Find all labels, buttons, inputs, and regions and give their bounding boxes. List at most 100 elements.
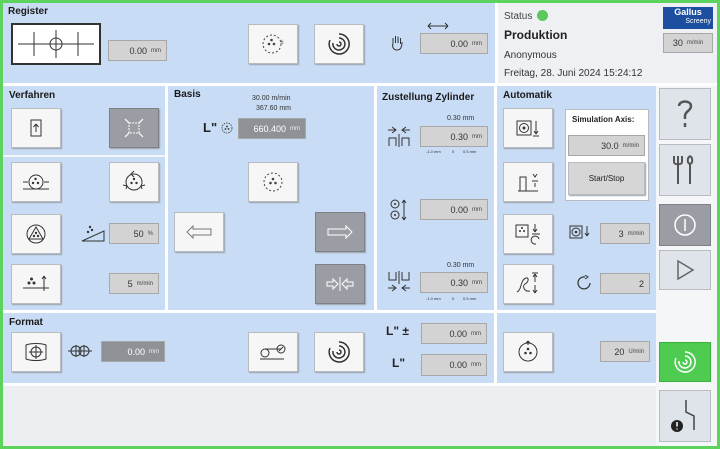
zustellung-mid-field[interactable]: 0.00 mm (420, 199, 488, 220)
roll-icon (23, 174, 49, 190)
zustellung-bot-unit: mm (472, 279, 482, 286)
basis-title: Basis (174, 89, 201, 100)
basis-right-button[interactable] (315, 212, 365, 252)
automatik-pen-button[interactable] (503, 264, 553, 304)
triangle-roll-icon (26, 224, 46, 244)
basis-length-icon (221, 122, 233, 134)
register-target-button[interactable] (11, 23, 101, 65)
automatik-roll-down-button[interactable] (503, 108, 553, 148)
format-l-label: L" (392, 356, 406, 370)
counter-icon (577, 275, 591, 290)
basis-left-button[interactable] (174, 212, 224, 252)
center-arrows-icon (326, 277, 354, 291)
play-button[interactable] (659, 250, 711, 290)
zustellung-top-field[interactable]: 0.30 mm (420, 126, 488, 147)
verfahren-roll-button[interactable] (11, 162, 61, 202)
register-adjust-button[interactable]: ± (248, 24, 298, 64)
basis-center-button[interactable] (315, 264, 365, 304)
register-swirl-button[interactable] (314, 24, 364, 64)
verfahren-cycle-button[interactable] (109, 162, 159, 202)
register-value-unit: mm (472, 40, 482, 47)
automatik-count-field[interactable]: 2 (600, 273, 650, 294)
zustellung-bot-scale-min: -1.0 mm (426, 296, 441, 301)
zustellung-mid-value: 0.00 (450, 204, 468, 215)
simulation-title: Simulation Axis: (572, 115, 635, 124)
format-l-plus-label: L" ± (386, 324, 409, 338)
play-icon (677, 259, 695, 281)
help-icon (677, 100, 693, 127)
adjust-icon: ± (262, 34, 284, 54)
zustellung-bot-field[interactable]: 0.30 mm (420, 272, 488, 293)
hand-icon (392, 36, 403, 51)
info-icon (674, 214, 696, 236)
automatik-rpm-field[interactable]: 20 U/min (600, 341, 650, 362)
help-button[interactable] (659, 88, 711, 140)
automatik-title: Automatik (503, 90, 552, 101)
format-l-plus-field[interactable]: 0.00 mm (421, 323, 487, 344)
automatik-stack-button[interactable] (503, 162, 553, 202)
register-offset-field[interactable]: 0.00 mm (108, 40, 167, 61)
ramp-field[interactable]: 50 % (109, 223, 159, 244)
status-datetime: Freitag, 28. Juni 2024 15:24:12 (504, 68, 643, 79)
format-offset-field[interactable]: 0.00 mm (101, 341, 165, 362)
zustellung-bot-scale-max: 0.5 mm (463, 296, 477, 301)
zustellung-mid-unit: mm (472, 206, 482, 213)
drum-icon (518, 340, 538, 362)
verfahren-expand-button[interactable] (109, 108, 159, 148)
format-l-plus-unit: mm (471, 330, 481, 337)
automatik-count-value: 2 (638, 278, 644, 289)
format-l-plus-value: 0.00 (449, 328, 467, 339)
fault-icon (671, 400, 695, 432)
status-mode: Produktion (504, 28, 568, 42)
active-swirl-button[interactable] (659, 342, 711, 382)
logo-line-2: Screeny (685, 18, 711, 25)
format-offset-unit: mm (149, 348, 159, 355)
automatik-speed-field[interactable]: 3 m/min (600, 223, 650, 244)
start-stop-button[interactable]: Start/Stop (568, 162, 645, 195)
format-target-icon (25, 343, 47, 361)
automatik-drum-button[interactable] (503, 332, 553, 372)
format-l-unit: mm (471, 362, 481, 368)
verfahren-title: Verfahren (9, 90, 56, 101)
register-value: 0.00 (450, 38, 468, 49)
expand-icon (124, 118, 144, 138)
register-target-icon (18, 30, 94, 58)
double-target-icon (68, 345, 92, 357)
basis-speed-line-2: 367.60 mm (256, 105, 292, 112)
verfahren-upload-button[interactable] (11, 108, 61, 148)
swirl-icon (328, 33, 350, 55)
web-path-icon (260, 344, 286, 360)
ramp-value: 50 (133, 228, 144, 239)
box-swirl-icon (515, 224, 540, 245)
basis-adjust-icon (263, 172, 283, 192)
automatik-box-swirl-button[interactable] (503, 214, 553, 254)
tools-icon (673, 155, 694, 184)
format-target-button[interactable] (11, 332, 61, 372)
verfahren-triangle-button[interactable] (11, 214, 61, 254)
jog-speed-field[interactable]: 5 m/min (109, 273, 159, 294)
arrow-right-icon (327, 225, 353, 239)
machine-speed-field[interactable]: 30 m/min (663, 33, 713, 53)
format-web-button[interactable] (248, 332, 298, 372)
register-offset-value: 0.00 (129, 45, 147, 56)
basis-length-field[interactable]: 660.400 mm (238, 118, 306, 139)
tools-button[interactable] (659, 144, 711, 196)
status-indicator (537, 10, 548, 21)
format-l-field[interactable]: 0.00 mm (421, 354, 487, 376)
zustellung-top-scale-zero: 0 (452, 149, 455, 154)
pen-adjust-icon (516, 272, 538, 294)
register-value-field[interactable]: 0.00 mm (420, 33, 488, 54)
format-swirl-button[interactable] (314, 332, 364, 372)
info-button[interactable] (659, 204, 711, 246)
automatik-rpm-value: 20 (614, 346, 625, 357)
fault-button[interactable] (659, 390, 711, 442)
basis-adjust-button[interactable] (248, 162, 298, 202)
width-arrow-icon (427, 22, 449, 30)
simulation-speed-field[interactable]: 30.0 m/min (568, 135, 645, 156)
automatik-rpm-unit: U/min (628, 348, 644, 355)
machine-speed-value: 30 (672, 38, 683, 48)
status-user: Anonymous (504, 50, 557, 61)
verfahren-jog-button[interactable] (11, 264, 61, 304)
stack-icon (518, 173, 538, 192)
roll-down-icon (516, 120, 539, 137)
